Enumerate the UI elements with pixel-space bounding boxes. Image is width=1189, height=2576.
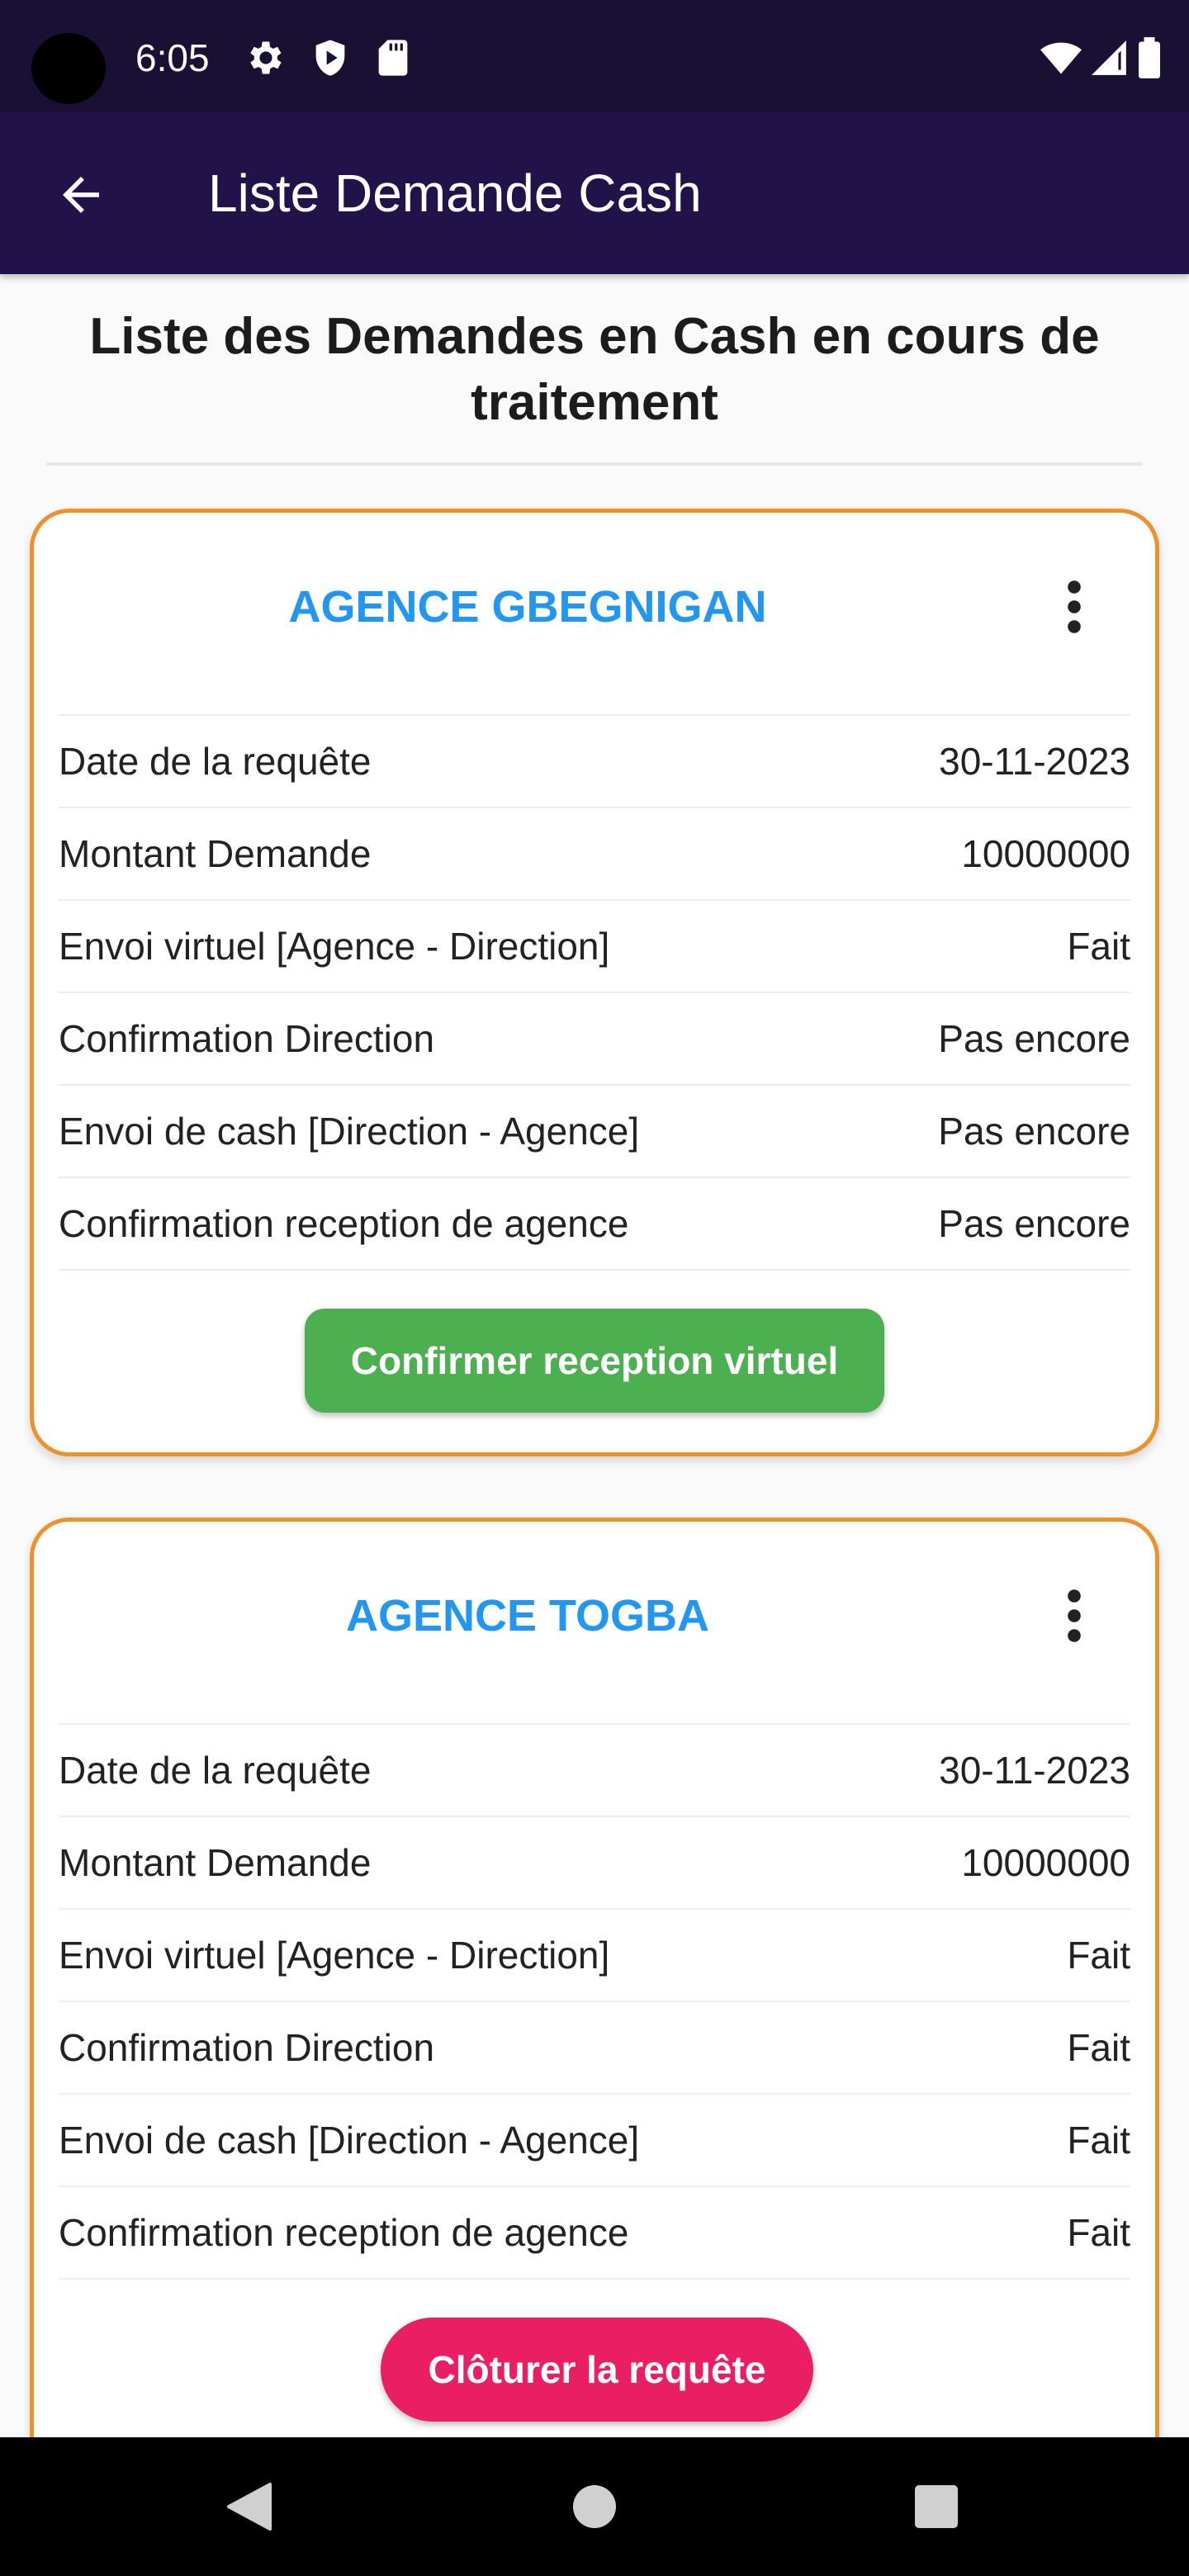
detail-row: Confirmation Direction Fait <box>59 2002 1130 2095</box>
signal-icon <box>1088 36 1130 79</box>
detail-list: Date de la requête 30-11-2023 Montant De… <box>59 1723 1130 2280</box>
nav-recents-button[interactable] <box>892 2462 981 2551</box>
app-bar-title: Liste Demande Cash <box>208 163 702 223</box>
more-vertical-icon <box>1068 1589 1081 1642</box>
heading-divider <box>46 462 1143 466</box>
sd-card-icon <box>372 36 414 79</box>
detail-row: Envoi virtuel [Agence - Direction] Fait <box>59 1910 1130 2002</box>
detail-value: 30-11-2023 <box>939 1749 1130 1792</box>
detail-label: Confirmation reception de agence <box>59 1202 629 1245</box>
settings-icon <box>244 36 287 79</box>
back-button[interactable] <box>41 155 121 234</box>
request-card: AGENCE GBEGNIGAN Date de la requête 30-1… <box>30 509 1159 1456</box>
page-heading: Liste des Demandes en Cash en cours de t… <box>89 308 1100 431</box>
system-nav-bar <box>0 2437 1189 2576</box>
detail-label: Date de la requête <box>59 740 372 783</box>
app-bar: Liste Demande Cash <box>0 112 1189 274</box>
confirm-virtual-reception-button[interactable]: Confirmer reception virtuel <box>305 1309 884 1413</box>
detail-label: Montant Demande <box>59 1841 372 1884</box>
home-circle-icon <box>573 2485 616 2528</box>
request-card: AGENCE TOGBA Date de la requête 30-11-20… <box>30 1518 1159 2525</box>
shield-play-icon <box>309 36 352 79</box>
agency-title: AGENCE TOGBA <box>345 1591 710 1641</box>
nav-home-button[interactable] <box>550 2462 639 2551</box>
detail-row: Envoi de cash [Direction - Agence] Pas e… <box>59 1086 1130 1178</box>
detail-value: 10000000 <box>961 1841 1130 1884</box>
battery-icon <box>1133 36 1166 79</box>
detail-list: Date de la requête 30-11-2023 Montant De… <box>59 714 1130 1271</box>
detail-row: Envoi virtuel [Agence - Direction] Fait <box>59 901 1130 993</box>
arrow-back-icon <box>63 177 99 213</box>
detail-value: 10000000 <box>961 832 1130 875</box>
card-menu-button[interactable] <box>1054 572 1094 642</box>
detail-label: Envoi virtuel [Agence - Direction] <box>59 1934 610 1977</box>
detail-value: Pas encore <box>938 1202 1130 1245</box>
detail-label: Confirmation Direction <box>59 2026 435 2069</box>
detail-label: Confirmation reception de agence <box>59 2211 629 2254</box>
detail-value: Pas encore <box>938 1110 1130 1153</box>
detail-label: Envoi de cash [Direction - Agence] <box>59 1110 640 1153</box>
camera-cutout <box>31 33 106 104</box>
nav-back-button[interactable] <box>205 2462 294 2551</box>
detail-label: Montant Demande <box>59 832 372 875</box>
detail-value: Fait <box>1067 2211 1130 2254</box>
wifi-icon <box>1037 36 1085 79</box>
detail-value: Fait <box>1067 925 1130 968</box>
detail-row: Date de la requête 30-11-2023 <box>59 1725 1130 1817</box>
more-vertical-icon <box>1068 580 1081 633</box>
close-request-button[interactable]: Clôturer la requête <box>381 2318 813 2422</box>
detail-value: Fait <box>1067 2026 1130 2069</box>
status-bar: 6:05 <box>0 0 1189 112</box>
detail-label: Date de la requête <box>59 1749 372 1792</box>
detail-row: Date de la requête 30-11-2023 <box>59 716 1130 808</box>
recents-square-icon <box>915 2485 958 2528</box>
detail-label: Envoi de cash [Direction - Agence] <box>59 2119 640 2162</box>
card-menu-button[interactable] <box>1054 1581 1094 1650</box>
detail-value: Fait <box>1067 2119 1130 2162</box>
detail-value: Fait <box>1067 1934 1130 1977</box>
detail-row: Confirmation Direction Pas encore <box>59 993 1130 1086</box>
detail-row: Montant Demande 10000000 <box>59 1817 1130 1910</box>
detail-row: Confirmation reception de agence Pas enc… <box>59 1178 1130 1271</box>
status-time: 6:05 <box>135 36 210 79</box>
back-triangle-icon <box>227 2483 272 2531</box>
detail-value: 30-11-2023 <box>939 740 1130 783</box>
detail-value: Pas encore <box>938 1017 1130 1060</box>
detail-label: Confirmation Direction <box>59 1017 435 1060</box>
agency-title: AGENCE GBEGNIGAN <box>288 582 767 632</box>
detail-row: Montant Demande 10000000 <box>59 808 1130 901</box>
detail-row: Envoi de cash [Direction - Agence] Fait <box>59 2095 1130 2187</box>
detail-row: Confirmation reception de agence Fait <box>59 2187 1130 2280</box>
detail-label: Envoi virtuel [Agence - Direction] <box>59 925 610 968</box>
